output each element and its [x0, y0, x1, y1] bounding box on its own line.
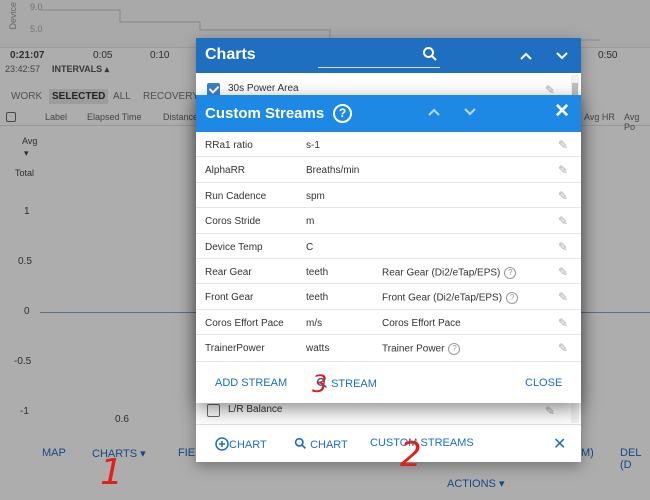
stream-source: Coros Effort Pace	[382, 318, 461, 329]
pencil-icon[interactable]: ✎	[558, 189, 568, 203]
custom-streams-header: Custom Streams ? ✕	[196, 95, 581, 132]
close-icon[interactable]: ✕	[554, 102, 570, 122]
stream-name: AlphaRR	[205, 165, 246, 177]
pencil-icon[interactable]: ✎	[558, 214, 568, 228]
add-chart-label: CHART	[229, 439, 267, 451]
stream-name: Rear Gear	[205, 266, 252, 278]
charts-dialog-footer: CHART CHART CUSTOM STREAMS ✕	[196, 424, 581, 462]
pencil-icon[interactable]: ✎	[558, 290, 568, 304]
chart-list-item[interactable]: L/R Balance ✎	[196, 400, 581, 422]
pencil-icon[interactable]: ✎	[558, 316, 568, 330]
add-stream-button[interactable]: ADD STREAM	[215, 377, 287, 389]
stream-source-label: Rear Gear (Di2/eTap/EPS)	[382, 267, 501, 279]
stream-name: TrainerPower	[205, 343, 265, 355]
close-icon[interactable]: ✕	[553, 434, 566, 454]
stream-row[interactable]: TrainerPower watts Trainer Power? ✎	[196, 335, 581, 360]
stream-source: Front Gear (Di2/eTap/EPS)?	[382, 292, 519, 305]
stream-unit: m/s	[306, 317, 323, 329]
search-icon	[316, 377, 328, 389]
stream-name: Coros Stride	[205, 216, 261, 228]
help-icon[interactable]: ?	[448, 343, 461, 356]
stream-source: Rear Gear (Di2/eTap/EPS)?	[382, 266, 517, 279]
search-icon	[294, 437, 306, 449]
pencil-icon[interactable]: ✎	[558, 341, 568, 355]
stream-source-label: Front Gear (Di2/eTap/EPS)	[382, 292, 503, 304]
search-stream-button[interactable]: STREAM	[316, 377, 377, 390]
help-icon[interactable]: ?	[333, 104, 352, 123]
stream-unit: teeth	[306, 266, 329, 278]
stream-unit: spm	[306, 190, 325, 202]
charts-dialog-header: Charts	[196, 38, 581, 73]
add-chart-button[interactable]: CHART	[215, 437, 267, 451]
stream-source-label: Trainer Power	[382, 343, 445, 355]
stream-row[interactable]: Device Temp C ✎	[196, 234, 581, 259]
stream-unit: C	[306, 241, 314, 253]
charts-dialog-title: Charts	[205, 46, 256, 63]
chart-label: 30s Power Area	[228, 83, 299, 94]
search-chart-label: CHART	[310, 439, 348, 451]
custom-streams-footer: ADD STREAM STREAM CLOSE	[196, 361, 581, 403]
help-icon[interactable]: ?	[506, 292, 519, 305]
custom-streams-dialog: Custom Streams ? ✕ RRa1 ratio s-1 ✎ Alph…	[196, 95, 581, 403]
stream-row[interactable]: RRa1 ratio s-1 ✎	[196, 132, 581, 158]
chevron-up-icon[interactable]	[428, 104, 440, 119]
stream-row[interactable]: Front Gear teeth Front Gear (Di2/eTap/EP…	[196, 284, 581, 310]
custom-streams-button[interactable]: CUSTOM STREAMS	[370, 437, 474, 449]
stream-source-label: Coros Effort Pace	[382, 317, 461, 329]
chart-label: L/R Balance	[228, 404, 283, 415]
custom-streams-title: Custom Streams	[205, 105, 325, 122]
stream-name: RRa1 ratio	[205, 140, 253, 151]
chevron-down-icon[interactable]	[464, 104, 476, 119]
stream-row[interactable]: Coros Stride m ✎	[196, 208, 581, 234]
stream-unit: s-1	[306, 140, 320, 151]
stream-unit: watts	[306, 343, 330, 355]
charts-search-input[interactable]	[318, 46, 440, 68]
search-chart-button[interactable]: CHART	[294, 437, 348, 451]
stream-unit: m	[306, 216, 315, 228]
chart-checkbox[interactable]	[207, 404, 220, 417]
scrollbar-thumb[interactable]	[572, 83, 578, 95]
close-button[interactable]: CLOSE	[525, 377, 562, 389]
help-icon[interactable]: ?	[504, 266, 517, 279]
stream-name: Run Cadence	[205, 190, 267, 202]
pencil-icon[interactable]: ✎	[558, 138, 568, 152]
pencil-icon[interactable]: ✎	[545, 404, 555, 418]
pencil-icon[interactable]: ✎	[558, 240, 568, 254]
pencil-icon[interactable]: ✎	[558, 265, 568, 279]
stream-source: Trainer Power?	[382, 343, 461, 356]
stream-unit: teeth	[306, 292, 329, 304]
custom-streams-list: RRa1 ratio s-1 ✎ AlphaRR Breaths/min ✎ R…	[196, 132, 581, 361]
search-icon[interactable]	[422, 46, 438, 65]
stream-row[interactable]: AlphaRR Breaths/min ✎	[196, 157, 581, 183]
search-stream-label: STREAM	[331, 378, 377, 390]
chevron-up-icon[interactable]	[516, 45, 536, 65]
stream-row[interactable]: Coros Effort Pace m/s Coros Effort Pace …	[196, 310, 581, 336]
pencil-icon[interactable]: ✎	[558, 163, 568, 177]
add-circle-icon	[215, 437, 229, 451]
stream-name: Coros Effort Pace	[205, 317, 284, 329]
chevron-down-icon[interactable]	[552, 45, 572, 65]
stream-unit: Breaths/min	[306, 165, 360, 177]
stream-name: Device Temp	[205, 241, 263, 253]
stream-row[interactable]: Rear Gear teeth Rear Gear (Di2/eTap/EPS)…	[196, 259, 581, 285]
stream-row[interactable]: Run Cadence spm ✎	[196, 183, 581, 209]
stream-name: Front Gear	[205, 292, 254, 304]
